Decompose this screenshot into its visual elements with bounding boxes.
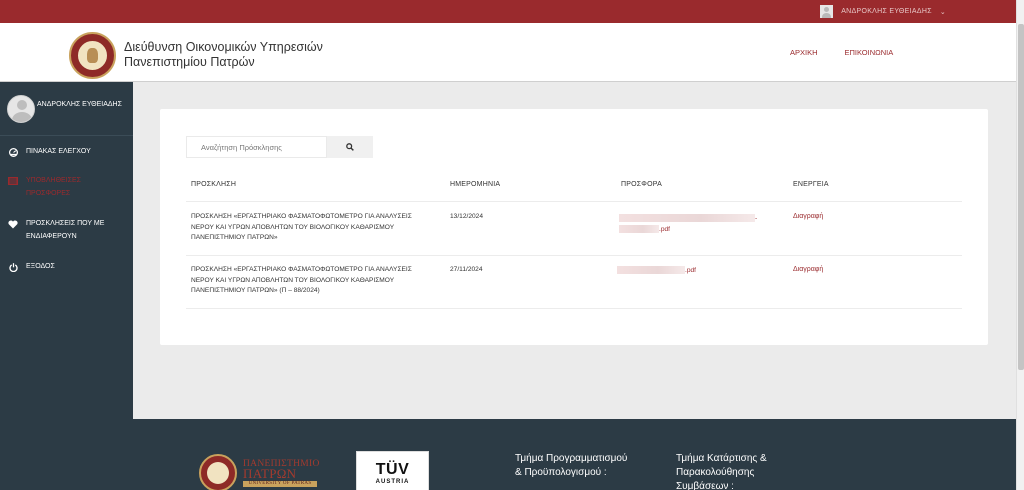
scrollbar-thumb[interactable] xyxy=(1018,24,1024,370)
user-menu[interactable]: ΑΝΔΡΟΚΛΗΣ ΕΥΘΕΙΑΔΗΣ ⌄ xyxy=(820,5,946,18)
site-header: Διεύθυνση Οικονομικών Υπηρεσιών Πανεπιστ… xyxy=(0,23,1016,82)
sidebar-user: ΑΝΔΡΟΚΛΗΣ ΕΥΘΕΙΑΔΗΣ xyxy=(0,82,133,136)
table-divider xyxy=(186,255,962,256)
invitation-date: 13/12/2024 xyxy=(450,213,484,220)
heart-icon xyxy=(8,219,18,229)
page-scrollbar[interactable] xyxy=(1016,0,1024,490)
table-divider xyxy=(186,308,962,309)
sidebar-user-name: ΑΝΔΡΟΚΛΗΣ ΕΥΘΕΙΑΔΗΣ xyxy=(37,101,122,108)
redacted-filename xyxy=(617,266,685,275)
nav-home-link[interactable]: ΑΡΧΙΚΗ xyxy=(790,48,818,57)
redacted-filename xyxy=(619,225,659,234)
footer-university-logo[interactable]: ΠΑΝΕΠΙΣΤΗΜΙΟ ΠΑΤΡΩΝ UNIVERSITY OF PATRAS xyxy=(243,459,320,487)
site-title[interactable]: Διεύθυνση Οικονομικών Υπηρεσιών Πανεπιστ… xyxy=(124,40,323,70)
search-button[interactable] xyxy=(327,136,373,158)
sidebar-item-interested-invitations[interactable]: ΠΡΟΣΚΛΗΣΕΙΣ ΠΟΥ ΜΕ ΕΝΔΙΑΦΕΡΟΥΝ xyxy=(0,217,118,243)
delete-link[interactable]: Διαγραφή xyxy=(793,212,823,223)
search-icon xyxy=(346,143,354,151)
sidebar-item-submitted-offers[interactable]: ΥΠΟΒΛΗΘΕΙΣΕΣ ΠΡΟΣΦΟΡΕΣ xyxy=(0,174,100,200)
sidebar-item-label: ΠΙΝΑΚΑΣ ΕΛΕΓΧΟΥ xyxy=(26,148,91,155)
dashboard-icon xyxy=(8,147,18,157)
sidebar-item-label: ΕΞΟΔΟΣ xyxy=(26,263,55,270)
invitation-title: ΠΡΟΣΚΛΗΣΗ «ΕΡΓΑΣΤΗΡΙΑΚΟ ΦΑΣΜΑΤΟΦΩΤΟΜΕΤΡΟ… xyxy=(191,213,412,241)
sidebar-item-label: ΥΠΟΒΛΗΘΕΙΣΕΣ ΠΡΟΣΦΟΡΕΣ xyxy=(26,177,81,197)
footer-contracts-dept: Τμήμα Κατάρτισης & Παρακολούθησης Συμβάσ… xyxy=(676,453,767,490)
offers-card: ΠΡΟΣΚΛΗΣΗ ΗΜΕΡΟΜΗΝΙΑ ΠΡΟΣΦΟΡΑ ΕΝΕΡΓΕΙΑ Π… xyxy=(160,109,988,345)
power-icon xyxy=(8,262,18,272)
invitation-date: 27/11/2024 xyxy=(450,266,483,273)
main-nav: ΑΡΧΙΚΗ ΕΠΙΚΟΙΝΩΝΙΑ xyxy=(790,48,893,57)
delete-link[interactable]: Διαγραφή xyxy=(793,265,823,276)
university-seal-logo[interactable] xyxy=(69,32,116,79)
sidebar: ΑΝΔΡΟΚΛΗΣ ΕΥΘΕΙΑΔΗΣ ΠΙΝΑΚΑΣ ΕΛΕΓΧΟΥ ΥΠΟΒ… xyxy=(0,82,133,419)
column-header-offer: ΠΡΟΣΦΟΡΑ xyxy=(621,181,662,188)
search-input[interactable] xyxy=(186,136,327,158)
footer-university-seal xyxy=(199,454,237,490)
list-icon xyxy=(8,176,18,186)
top-bar: ΑΝΔΡΟΚΛΗΣ ΕΥΘΕΙΑΔΗΣ ⌄ xyxy=(0,0,1016,23)
offer-file-link[interactable]: .pdf xyxy=(617,266,696,277)
invitation-title: ΠΡΟΣΚΛΗΣΗ «ΕΡΓΑΣΤΗΡΙΑΚΟ ΦΑΣΜΑΤΟΦΩΤΟΜΕΤΡΟ… xyxy=(191,266,412,294)
chevron-down-icon: ⌄ xyxy=(939,8,946,16)
user-avatar-icon xyxy=(820,5,834,18)
sidebar-item-label: ΠΡΟΣΚΛΗΣΕΙΣ ΠΟΥ ΜΕ ΕΝΔΙΑΦΕΡΟΥΝ xyxy=(26,220,105,240)
column-header-action: ΕΝΕΡΓΕΙΑ xyxy=(793,181,829,188)
site-title-line1: Διεύθυνση Οικονομικών Υπηρεσιών xyxy=(124,40,323,54)
table-divider xyxy=(186,201,962,202)
user-menu-name: ΑΝΔΡΟΚΛΗΣ ΕΥΘΕΙΑΔΗΣ xyxy=(841,8,932,15)
sidebar-item-dashboard[interactable]: ΠΙΝΑΚΑΣ ΕΛΕΓΧΟΥ xyxy=(0,145,133,158)
offer-file-link[interactable]: - .pdf xyxy=(619,213,757,235)
footer-programming-dept: Τμήμα Προγραμματισμού & Προϋπολογισμού : xyxy=(515,453,628,478)
column-header-invitation: ΠΡΟΣΚΛΗΣΗ xyxy=(191,181,237,188)
redacted-filename xyxy=(619,214,755,223)
column-header-date: ΗΜΕΡΟΜΗΝΙΑ xyxy=(450,181,501,188)
site-footer: ΠΑΝΕΠΙΣΤΗΜΙΟ ΠΑΤΡΩΝ UNIVERSITY OF PATRAS… xyxy=(0,419,1016,490)
tuv-austria-logo: TÜV AUSTRIA xyxy=(356,451,429,490)
sidebar-item-logout[interactable]: ΕΞΟΔΟΣ xyxy=(0,260,133,273)
site-title-line2: Πανεπιστημίου Πατρών xyxy=(124,55,255,69)
avatar xyxy=(7,95,35,123)
nav-contact-link[interactable]: ΕΠΙΚΟΙΝΩΝΙΑ xyxy=(845,48,894,57)
